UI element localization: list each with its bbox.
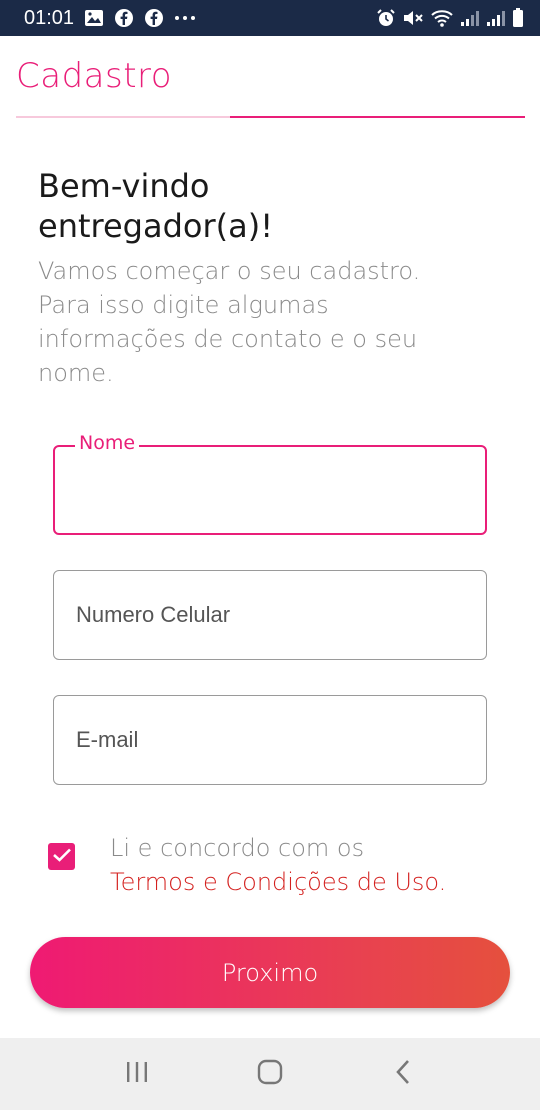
alarm-icon [376, 8, 396, 28]
next-button[interactable]: Proximo [30, 937, 510, 1008]
name-input[interactable] [77, 447, 467, 533]
welcome-subtitle-line: Vamos começar o seu cadastro. [38, 257, 421, 285]
welcome-subtitle-line: nome. [38, 359, 114, 387]
check-icon [52, 847, 72, 867]
more-dots-icon [174, 15, 196, 21]
welcome-title-line: entregador(a)! [38, 207, 274, 245]
signal-icon [460, 9, 480, 27]
recent-apps-icon [124, 1060, 150, 1088]
status-right [376, 8, 524, 28]
recent-apps-button[interactable] [107, 1044, 167, 1104]
terms-link[interactable]: Termos e Condições de Uso. [110, 868, 446, 896]
phone-field[interactable] [53, 570, 487, 660]
name-field[interactable]: Nome [53, 432, 487, 535]
back-icon [393, 1058, 413, 1090]
wifi-icon [430, 8, 454, 28]
welcome-subtitle: Vamos começar o seu cadastro. Para isso … [38, 254, 508, 390]
facebook-icon [114, 8, 134, 28]
page-title: Cadastro [16, 56, 173, 96]
welcome-title-line: Bem-vindo [38, 167, 210, 205]
home-button[interactable] [240, 1044, 300, 1104]
mute-icon [402, 8, 424, 28]
progress-bar [16, 116, 525, 118]
phone-input[interactable] [76, 571, 466, 659]
welcome-subtitle-line: Para isso digite algumas [38, 291, 329, 319]
terms-checkbox[interactable] [48, 843, 75, 870]
status-left: 01:01 [24, 7, 196, 30]
status-bar: 01:01 [0, 0, 540, 36]
facebook-icon [144, 8, 164, 28]
battery-icon [512, 8, 524, 28]
terms-text: Li e concordo com os [110, 834, 365, 862]
email-field[interactable] [53, 695, 487, 785]
welcome-subtitle-line: informações de contato e o seu [38, 325, 418, 353]
status-time: 01:01 [24, 6, 75, 29]
email-input[interactable] [76, 696, 466, 784]
home-icon [256, 1058, 284, 1090]
progress-bar-fill [229, 116, 525, 118]
gallery-icon [84, 9, 104, 27]
back-button[interactable] [373, 1044, 433, 1104]
welcome-title: Bem-vindo entregador(a)! [38, 166, 498, 246]
signal-icon [486, 9, 506, 27]
system-nav-bar [0, 1038, 540, 1110]
